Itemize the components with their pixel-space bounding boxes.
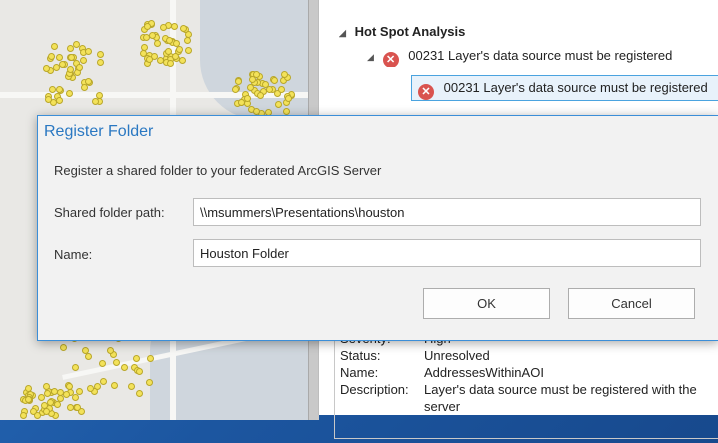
map-point-icon xyxy=(42,64,50,72)
map-point-icon xyxy=(171,53,179,61)
map-point-icon xyxy=(55,54,63,62)
tree-group-hot-spot-analysis[interactable]: ◢ Hot Spot Analysis xyxy=(339,21,465,43)
details-key: Status: xyxy=(340,348,381,363)
map-point-icon xyxy=(146,55,153,63)
map-point-icon xyxy=(285,94,293,102)
map-point-icon xyxy=(111,382,119,390)
cancel-button[interactable]: Cancel xyxy=(568,288,695,319)
map-point-icon xyxy=(54,400,62,408)
map-point-icon xyxy=(48,53,56,61)
map-point-icon xyxy=(97,59,105,67)
map-point-icon xyxy=(44,95,52,103)
map-point-icon xyxy=(42,383,50,391)
map-point-icon xyxy=(136,367,144,375)
map-point-icon xyxy=(146,354,154,362)
map-point-icon xyxy=(252,107,260,115)
details-row-description: Description: Layer's data source must be… xyxy=(340,381,718,415)
map-point-icon xyxy=(81,84,89,92)
details-key: Name: xyxy=(340,365,379,380)
details-key: Description: xyxy=(340,382,409,397)
map-point-icon xyxy=(56,97,63,105)
map-point-icon xyxy=(65,382,73,390)
tree-item-label: 00231 Layer's data source must be regist… xyxy=(408,48,673,63)
map-point-icon xyxy=(171,23,179,31)
name-label: Name: xyxy=(54,247,93,262)
map-point-icon xyxy=(63,391,71,399)
triangle-expanded-icon[interactable]: ◢ xyxy=(367,46,379,67)
map-point-icon xyxy=(135,389,143,397)
details-value: AddressesWithinAOI xyxy=(424,365,544,380)
map-point-icon xyxy=(184,36,192,44)
map-point-icon xyxy=(60,343,67,351)
map-point-icon xyxy=(40,402,48,410)
details-row-name: Name: AddressesWithinAOI xyxy=(340,364,718,381)
map-point-icon xyxy=(38,393,46,401)
error-details: Severity: High Status: Unresolved Name: … xyxy=(340,330,718,415)
tree-item-error[interactable]: ◢ ✕ 00231 Layer's data source must be re… xyxy=(367,45,718,67)
map-point-icon xyxy=(144,22,152,30)
map-point-icon xyxy=(71,363,79,371)
details-row-status: Status: Unresolved xyxy=(340,347,718,364)
map-point-icon xyxy=(185,47,193,55)
map-point-icon xyxy=(121,363,129,371)
map-point-icon xyxy=(164,48,172,56)
map-point-icon xyxy=(72,394,80,402)
shared-folder-path-input[interactable] xyxy=(193,198,701,226)
map-point-icon xyxy=(232,85,240,93)
map-point-icon xyxy=(80,56,88,64)
map-point-icon xyxy=(100,377,108,385)
register-folder-dialog: Register Folder Register a shared folder… xyxy=(37,115,718,341)
tree-item-error-selected[interactable]: ✕ 00231 Layer's data source must be regi… xyxy=(411,75,718,101)
map-point-icon xyxy=(34,412,42,419)
map-point-icon xyxy=(81,346,89,354)
details-value: Unresolved xyxy=(424,348,490,363)
map-point-icon xyxy=(173,39,181,47)
map-point-icon xyxy=(167,59,175,67)
map-point-icon xyxy=(160,24,168,32)
dialog-title: Register Folder xyxy=(44,123,154,140)
map-point-icon xyxy=(20,412,28,419)
error-x-icon: ✕ xyxy=(382,52,399,67)
shared-folder-path-label: Shared folder path: xyxy=(54,205,165,220)
dialog-description: Register a shared folder to your federat… xyxy=(54,163,382,178)
map-point-icon xyxy=(52,63,60,71)
map-point-icon xyxy=(179,56,187,64)
tree-item-label: 00231 Layer's data source must be regist… xyxy=(443,80,708,95)
map-point-icon xyxy=(91,98,99,106)
map-water-area xyxy=(200,0,308,120)
details-value: Layer's data source must be registered w… xyxy=(424,382,697,414)
map-point-icon xyxy=(238,98,246,106)
map-point-icon xyxy=(50,43,58,50)
map-point-icon xyxy=(246,84,254,92)
name-input[interactable] xyxy=(193,239,701,267)
map-point-icon xyxy=(127,383,135,391)
map-point-icon xyxy=(179,25,187,33)
map-point-icon xyxy=(84,47,92,55)
tree-group-label: Hot Spot Analysis xyxy=(354,24,466,39)
ok-button[interactable]: OK xyxy=(423,288,550,319)
error-x-icon: ✕ xyxy=(418,84,434,100)
map-point-icon xyxy=(270,76,278,84)
map-point-icon xyxy=(76,64,84,72)
map-point-icon xyxy=(97,51,105,59)
map-point-icon xyxy=(57,388,65,396)
map-point-icon xyxy=(95,91,103,99)
triangle-expanded-icon[interactable]: ◢ xyxy=(339,22,351,43)
map-point-icon xyxy=(66,404,74,412)
map-point-icon xyxy=(141,44,149,51)
